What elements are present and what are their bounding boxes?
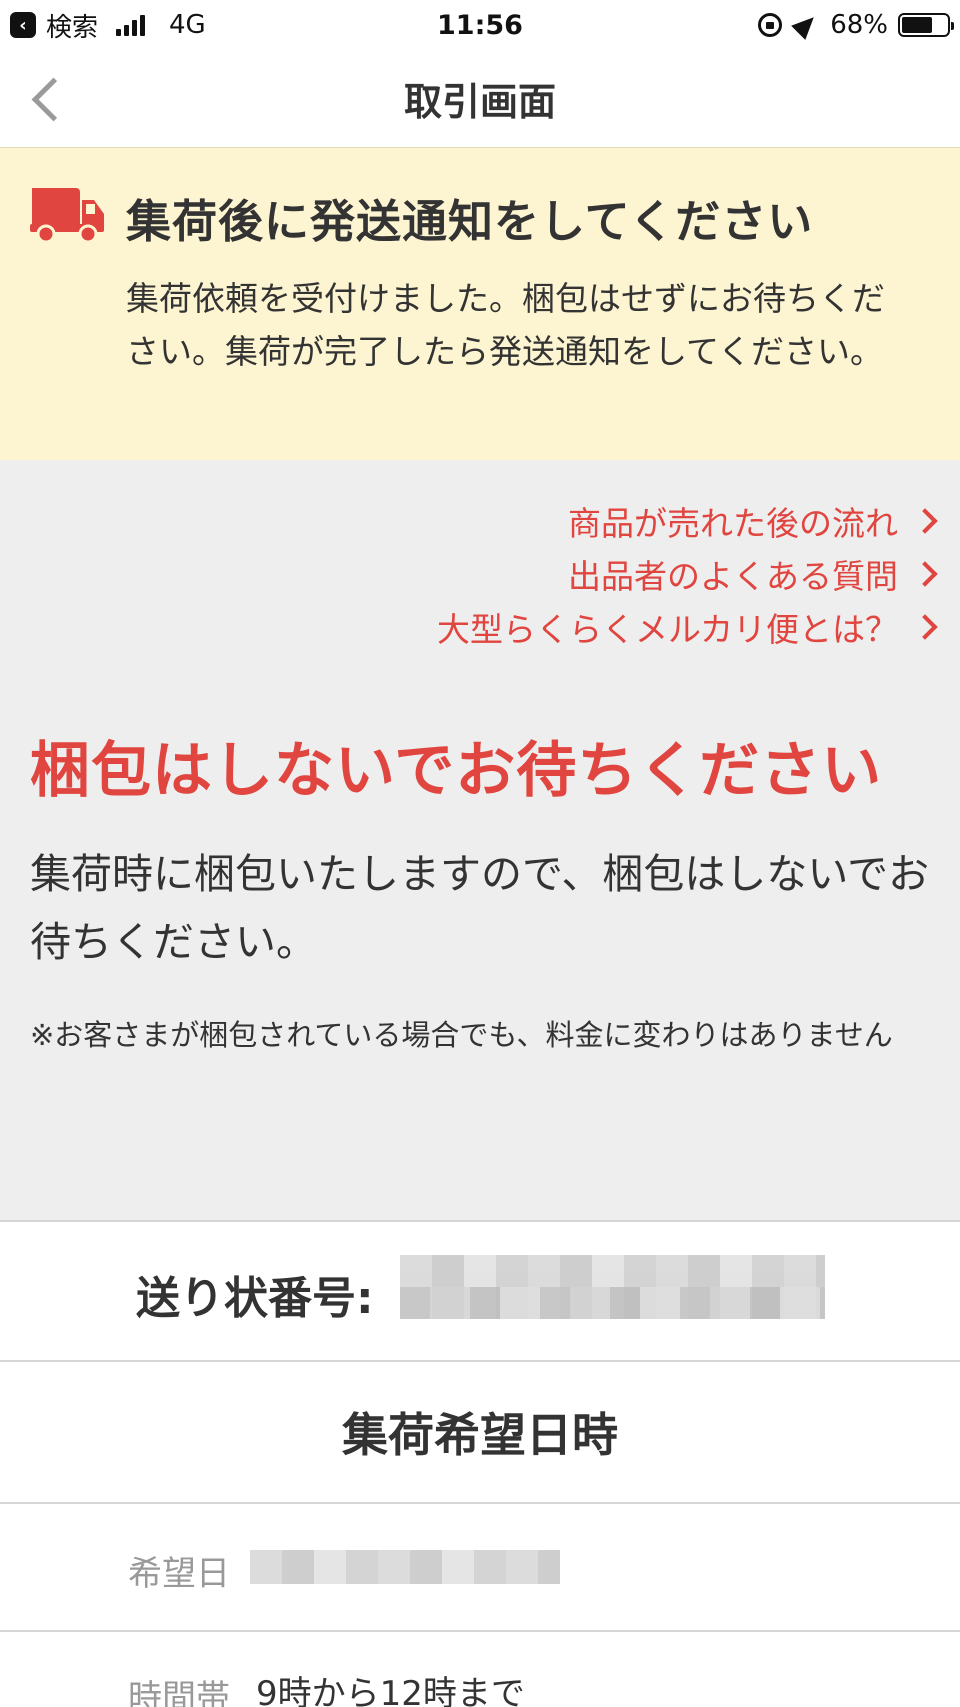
- status-left: ‹ 検索 4G: [10, 7, 206, 44]
- help-link-label: 商品が売れた後の流れ: [568, 504, 898, 543]
- tracking-label: 送り状番号:: [136, 1273, 374, 1324]
- signal-icon: [116, 14, 146, 36]
- pickup-time-label: 時間帯: [128, 1678, 230, 1707]
- nav-bar: 取引画面: [0, 50, 960, 148]
- rotation-lock-icon: [758, 13, 783, 37]
- help-link-label: 出品者のよくある質問: [568, 557, 898, 596]
- help-link-label: 大型らくらくメルカリ便とは？: [436, 610, 898, 649]
- notice-text: 集荷時に梱包いたしますので、梱包はしないでお待ちください。: [30, 850, 930, 966]
- notice-note: ※お客さまが梱包されている場合でも、料金に変わりはありません: [30, 1018, 893, 1052]
- help-link-seller-faq[interactable]: 出品者のよくある質問: [568, 550, 940, 598]
- page-title: 取引画面: [403, 80, 556, 124]
- battery-percent: 68%: [830, 10, 888, 40]
- help-link-large-shipping[interactable]: 大型らくらくメルカリ便とは？: [437, 603, 940, 651]
- banner-title: 集荷後に発送通知をしてください: [126, 195, 814, 248]
- pickup-title: 集荷希望日時: [342, 1408, 618, 1462]
- pickup-date-label: 希望日: [128, 1554, 230, 1594]
- battery-fill: [902, 17, 932, 33]
- status-right: 68%: [758, 10, 954, 40]
- chevron-right-icon: [912, 508, 938, 534]
- pickup-date-redacted: [250, 1550, 560, 1584]
- back-app-label[interactable]: 検索: [46, 7, 98, 44]
- tracking-number-redacted: [400, 1255, 825, 1319]
- pickup-time-value: 9時から12時まで: [256, 1674, 525, 1707]
- truck-icon: [30, 188, 104, 244]
- chevron-left-icon[interactable]: [28, 72, 68, 128]
- back-app-icon[interactable]: ‹: [10, 12, 36, 38]
- location-icon: [791, 10, 822, 40]
- help-link-after-sale[interactable]: 商品が売れた後の流れ: [568, 497, 940, 545]
- battery-icon: [898, 13, 954, 37]
- pickup-header: 集荷希望日時: [0, 1362, 960, 1504]
- network-label: 4G: [169, 10, 206, 40]
- banner-text: 集荷依頼を受付けました。梱包はせずにお待ちください。集荷が完了したら発送通知をし…: [126, 279, 885, 371]
- status-bar: ‹ 検索 4G 11:56 68%: [0, 0, 960, 50]
- notice-title: 梱包はしないでお待ちください: [30, 736, 883, 806]
- chevron-right-icon: [912, 614, 938, 640]
- chevron-right-icon: [912, 561, 938, 587]
